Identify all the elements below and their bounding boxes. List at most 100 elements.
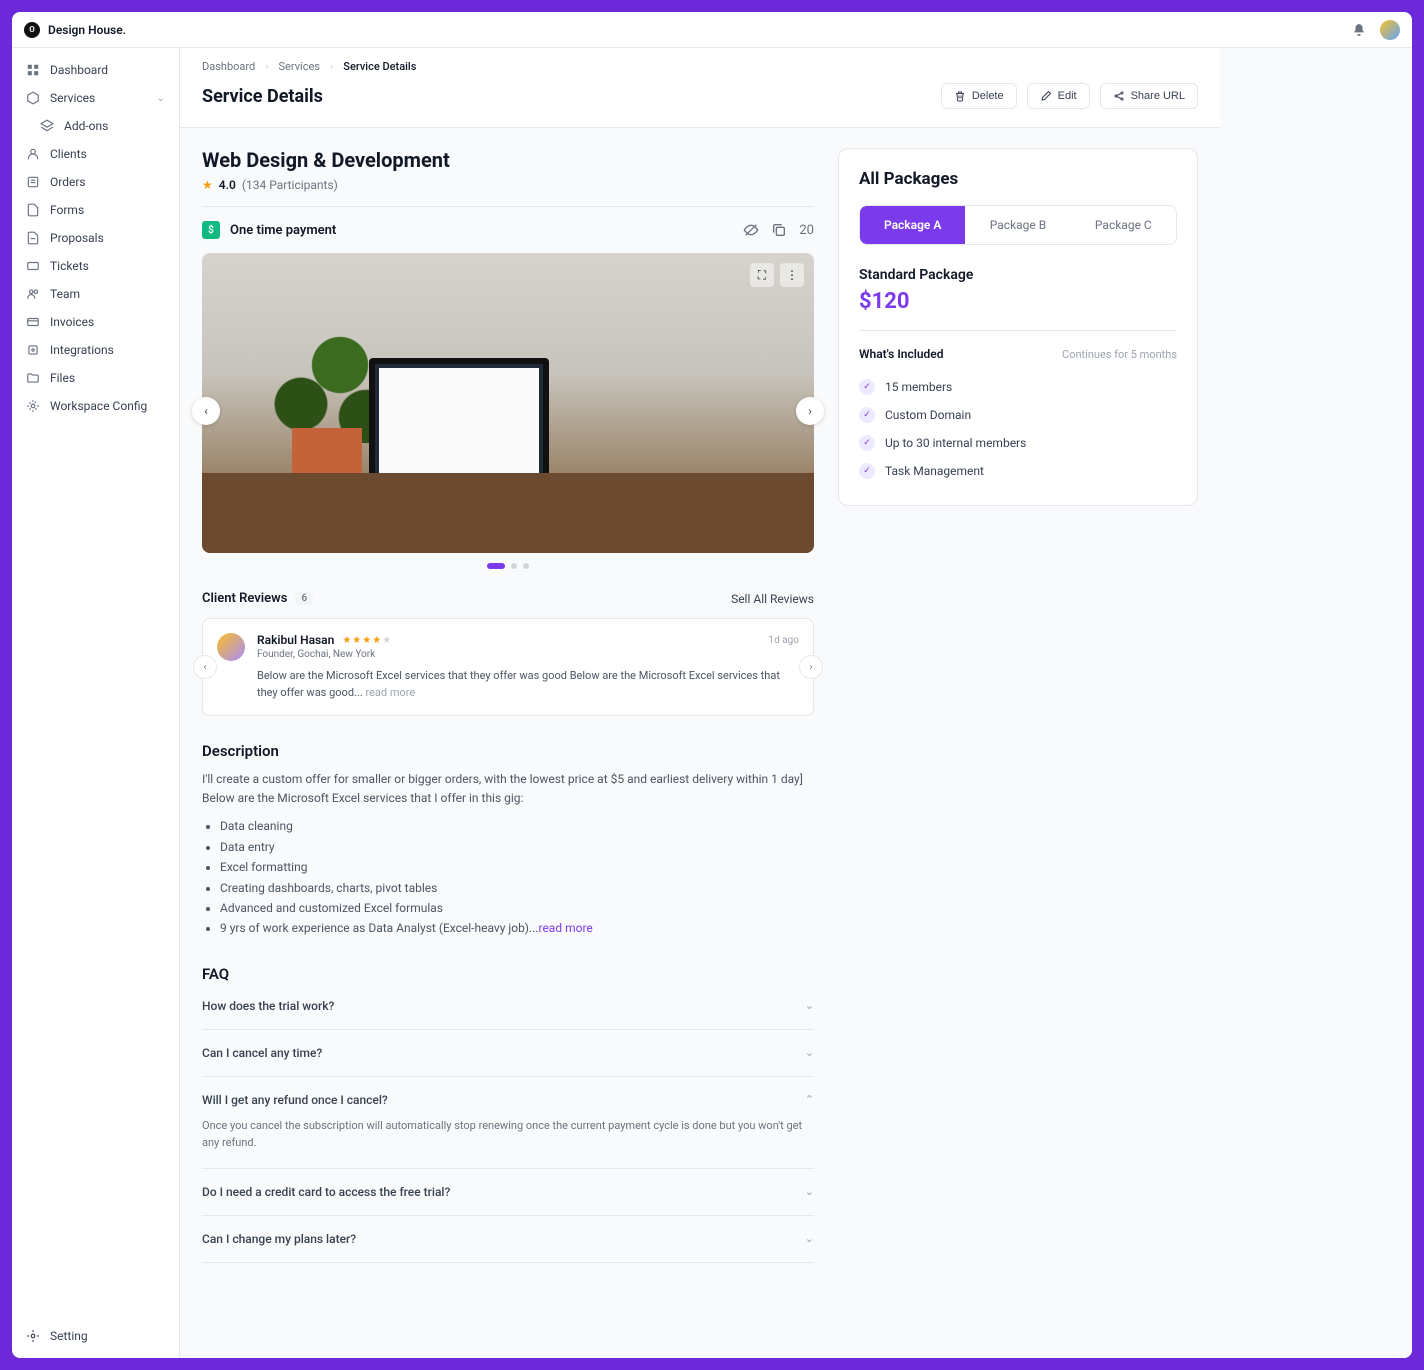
breadcrumb-current: Service Details	[343, 60, 416, 73]
desc-item: Data entry	[220, 837, 814, 857]
tab-package-a[interactable]: Package A	[860, 206, 965, 244]
description-readmore[interactable]: read more	[538, 921, 592, 935]
visibility-icon[interactable]	[743, 222, 759, 238]
page-title: Service Details	[202, 86, 323, 107]
desc-item: Creating dashboards, charts, pivot table…	[220, 878, 814, 898]
ticket-icon	[26, 259, 40, 273]
desc-item: Excel formatting	[220, 857, 814, 877]
payment-type: One time payment	[230, 223, 336, 238]
copy-icon[interactable]	[771, 222, 787, 238]
tab-package-b[interactable]: Package B	[965, 206, 1070, 244]
more-icon[interactable]: ⋮	[780, 263, 804, 287]
faq-item: Can I change my plans later?⌄	[202, 1216, 814, 1263]
breadcrumb: Dashboard › Services › Service Details	[202, 60, 1198, 73]
user-avatar[interactable]	[1380, 20, 1400, 40]
chevron-right-icon: ›	[265, 60, 268, 73]
packages-card: All Packages Package A Package B Package…	[838, 148, 1198, 506]
carousel-dot[interactable]	[511, 563, 517, 569]
faq-question[interactable]: Will I get any refund once I cancel?⌃	[202, 1093, 814, 1107]
reviewer-name: Rakibul Hasan	[257, 633, 334, 647]
rating-value: 4.0	[219, 178, 236, 192]
faq-item: Will I get any refund once I cancel?⌃ On…	[202, 1077, 814, 1169]
check-icon: ✓	[859, 379, 875, 395]
faq-item: Can I cancel any time?⌄	[202, 1030, 814, 1077]
service-image: ⛶ ⋮	[202, 253, 814, 553]
chevron-up-icon: ⌃	[805, 1093, 814, 1106]
sidebar-item-files[interactable]: Files	[12, 364, 179, 392]
sidebar-item-team[interactable]: Team	[12, 280, 179, 308]
review-stars: ★★★★★	[342, 635, 392, 646]
participants-count: (134 Participants)	[242, 178, 338, 192]
sidebar: Dashboard Services⌄ Add-ons Clients Orde…	[12, 48, 180, 1358]
settings-icon	[26, 1329, 40, 1343]
package-tabs: Package A Package B Package C	[859, 205, 1177, 245]
tab-package-c[interactable]: Package C	[1071, 206, 1176, 244]
review-prev[interactable]: ‹	[193, 655, 217, 679]
faq-question[interactable]: Do I need a credit card to access the fr…	[202, 1185, 814, 1199]
packages-title: All Packages	[859, 169, 1177, 189]
package-price: $120	[859, 289, 1177, 314]
desc-item: 9 yrs of work experience as Data Analyst…	[220, 918, 814, 938]
chevron-down-icon: ⌄	[805, 1185, 814, 1198]
desc-item: Data cleaning	[220, 816, 814, 836]
check-icon: ✓	[859, 407, 875, 423]
team-icon	[26, 287, 40, 301]
description-intro: I'll create a custom offer for smaller o…	[202, 770, 814, 808]
carousel-prev[interactable]: ‹	[192, 397, 220, 425]
document-icon	[26, 231, 40, 245]
included-label: What's Included	[859, 347, 944, 361]
feature-item: ✓Task Management	[859, 457, 1177, 485]
gear-icon	[26, 399, 40, 413]
file-icon	[26, 203, 40, 217]
chevron-down-icon: ⌄	[157, 93, 165, 104]
faq-question[interactable]: Can I change my plans later?⌄	[202, 1232, 814, 1246]
brand[interactable]: O Design House.	[24, 22, 126, 38]
description-title: Description	[202, 742, 814, 760]
star-icon: ★	[202, 178, 213, 192]
check-icon: ✓	[859, 463, 875, 479]
review-text: Below are the Microsoft Excel services t…	[257, 668, 799, 701]
sidebar-item-tickets[interactable]: Tickets	[12, 252, 179, 280]
edit-button[interactable]: Edit	[1027, 83, 1090, 109]
plug-icon	[26, 343, 40, 357]
delete-button[interactable]: Delete	[941, 83, 1017, 109]
breadcrumb-dashboard[interactable]: Dashboard	[202, 60, 255, 73]
all-reviews-link[interactable]: Sell All Reviews	[731, 592, 814, 606]
sidebar-item-workspace-config[interactable]: Workspace Config	[12, 392, 179, 420]
faq-item: How does the trial work?⌄	[202, 983, 814, 1030]
layers-icon	[40, 119, 54, 133]
faq-title: FAQ	[202, 965, 814, 983]
sidebar-item-invoices[interactable]: Invoices	[12, 308, 179, 336]
sidebar-item-dashboard[interactable]: Dashboard	[12, 56, 179, 84]
fullscreen-icon[interactable]: ⛶	[750, 263, 774, 287]
brand-logo: O	[24, 22, 40, 38]
check-icon: ✓	[859, 435, 875, 451]
carousel-dot[interactable]	[523, 563, 529, 569]
review-next[interactable]: ›	[799, 655, 823, 679]
sidebar-item-integrations[interactable]: Integrations	[12, 336, 179, 364]
notifications-icon[interactable]	[1352, 23, 1366, 37]
carousel-dot[interactable]	[487, 563, 505, 569]
feature-item: ✓Custom Domain	[859, 401, 1177, 429]
package-name: Standard Package	[859, 267, 1177, 283]
faq-question[interactable]: Can I cancel any time?⌄	[202, 1046, 814, 1060]
chevron-down-icon: ⌄	[805, 1232, 814, 1245]
sidebar-settings[interactable]: Setting	[12, 1322, 179, 1350]
review-readmore[interactable]: read more	[365, 686, 415, 699]
pencil-icon	[1040, 90, 1052, 102]
carousel-next[interactable]: ›	[796, 397, 824, 425]
sidebar-item-addons[interactable]: Add-ons	[12, 112, 179, 140]
chevron-down-icon: ⌄	[805, 999, 814, 1012]
card-icon	[26, 315, 40, 329]
sidebar-item-proposals[interactable]: Proposals	[12, 224, 179, 252]
sidebar-item-services[interactable]: Services⌄	[12, 84, 179, 112]
sidebar-item-orders[interactable]: Orders	[12, 168, 179, 196]
share-button[interactable]: Share URL	[1100, 83, 1198, 109]
share-icon	[1113, 90, 1125, 102]
sidebar-item-clients[interactable]: Clients	[12, 140, 179, 168]
sidebar-item-forms[interactable]: Forms	[12, 196, 179, 224]
breadcrumb-services[interactable]: Services	[279, 60, 320, 73]
faq-question[interactable]: How does the trial work?⌄	[202, 999, 814, 1013]
carousel-dots	[202, 563, 814, 569]
package-duration: Continues for 5 months	[1062, 348, 1177, 361]
